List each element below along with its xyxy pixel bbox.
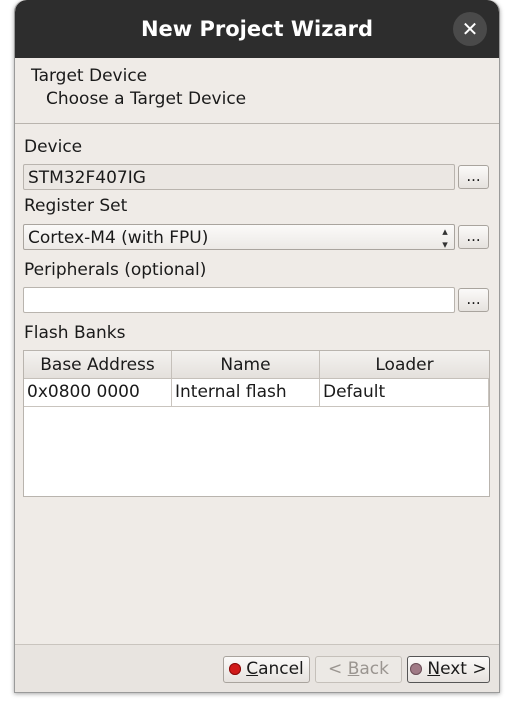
cancel-mnemonic: C	[246, 659, 259, 679]
table-row[interactable]: 0x0800 0000 Internal flash Default	[24, 379, 489, 407]
column-header-loader[interactable]: Loader	[320, 351, 489, 378]
register-set-browse-button[interactable]: ...	[458, 225, 489, 249]
updown-arrows-icon: ▴ ▾	[442, 225, 448, 251]
page-title: Target Device	[31, 66, 148, 86]
register-set-label: Register Set	[24, 196, 128, 216]
next-mnemonic: N	[427, 659, 441, 679]
register-set-value: Cortex-M4 (with FPU)	[28, 228, 209, 248]
wizard-window: New Project Wizard ✕ Target Device Choos…	[14, 0, 500, 693]
back-prefix: <	[328, 659, 348, 679]
peripherals-input[interactable]	[23, 287, 455, 313]
device-field: STM32F407IG	[23, 164, 455, 190]
next-button[interactable]: Next >	[407, 656, 490, 683]
button-bar: Cancel < Back Next >	[15, 644, 499, 692]
next-label: ext >	[440, 659, 487, 679]
cell-name: Internal flash	[172, 379, 320, 406]
cancel-button[interactable]: Cancel	[223, 656, 310, 683]
cell-base-address: 0x0800 0000	[24, 379, 172, 406]
page-subtitle: Choose a Target Device	[46, 89, 247, 109]
flash-banks-label: Flash Banks	[24, 323, 126, 343]
peripherals-browse-button[interactable]: ...	[458, 288, 489, 312]
register-set-select[interactable]: Cortex-M4 (with FPU) ▴ ▾	[23, 224, 455, 251]
title-bar: New Project Wizard ✕	[15, 0, 499, 58]
device-label: Device	[24, 137, 83, 157]
back-mnemonic: B	[347, 659, 360, 679]
cell-loader: Default	[320, 379, 489, 406]
back-label: ack	[359, 659, 389, 679]
table-header: Base Address Name Loader	[24, 351, 489, 379]
red-dot-icon	[229, 663, 242, 675]
close-icon: ✕	[461, 17, 479, 41]
wizard-header: Target Device Choose a Target Device	[15, 58, 499, 124]
peripherals-label: Peripherals (optional)	[24, 260, 207, 280]
back-button[interactable]: < Back	[315, 656, 402, 683]
column-header-base-address[interactable]: Base Address	[24, 351, 172, 378]
flash-banks-table: Base Address Name Loader 0x0800 0000 Int…	[23, 350, 490, 497]
device-browse-button[interactable]: ...	[458, 165, 489, 189]
mauve-dot-icon	[410, 663, 423, 675]
cancel-label: ancel	[258, 659, 304, 679]
column-header-name[interactable]: Name	[172, 351, 320, 378]
close-button[interactable]: ✕	[453, 12, 487, 46]
window-title: New Project Wizard	[140, 17, 374, 41]
